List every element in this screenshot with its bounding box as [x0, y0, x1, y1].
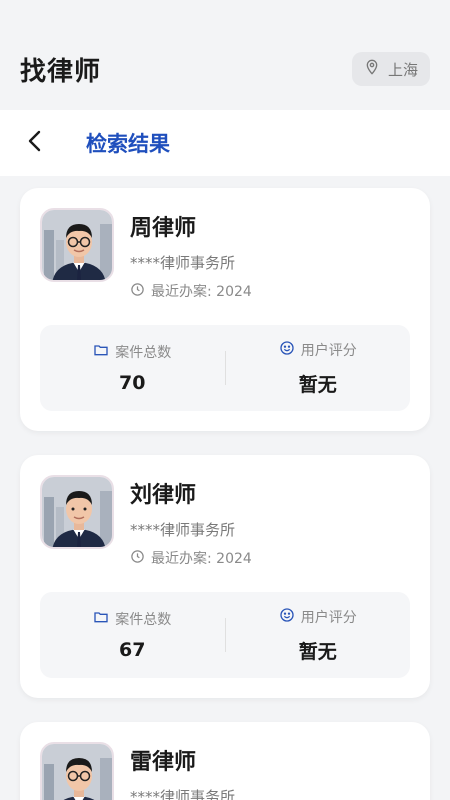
- stat-cases-label: 案件总数: [115, 612, 172, 628]
- stat-rating-value: 暂无: [298, 640, 337, 663]
- chevron-left-icon: [25, 129, 45, 157]
- location-label: 上海: [387, 60, 418, 79]
- stat-rating-value: 暂无: [298, 373, 337, 396]
- lawyer-card[interactable]: 雷律师 ****律师事务所: [20, 722, 430, 800]
- recent-case-text: 最近办案: 2024: [151, 284, 252, 300]
- results-header: 检索结果: [0, 110, 450, 176]
- lawyer-name: 雷律师: [130, 750, 197, 775]
- law-firm: ****律师事务所: [130, 254, 236, 272]
- folder-icon: [93, 342, 109, 362]
- stat-rating: 用户评分 暂无: [226, 607, 411, 664]
- lawyer-avatar: [40, 742, 114, 800]
- top-header: 找律师 上海: [0, 18, 450, 110]
- stats-panel: 案件总数 67 用户评分 暂无: [40, 592, 410, 678]
- law-firm: ****律师事务所: [130, 521, 236, 539]
- stats-panel: 案件总数 70 用户评分 暂无: [40, 325, 410, 411]
- location-pin-icon: [364, 59, 380, 79]
- back-button[interactable]: [20, 128, 50, 158]
- recent-case: 最近办案: 2024: [130, 548, 252, 568]
- stat-rating-label: 用户评分: [300, 609, 357, 626]
- folder-icon: [93, 609, 109, 629]
- clock-icon: [130, 549, 145, 568]
- recent-case-text: 最近办案: 2024: [151, 551, 252, 567]
- lawyer-name: 周律师: [130, 216, 197, 241]
- stat-cases: 案件总数 70: [40, 342, 225, 394]
- lawyer-name: 刘律师: [130, 483, 197, 508]
- stat-cases-value: 70: [119, 372, 146, 394]
- smile-icon: [279, 340, 295, 360]
- lawyer-card[interactable]: 刘律师 ****律师事务所 最近办案: 2024 案件总数 67 用户评分 暂无: [20, 455, 430, 698]
- lawyer-card[interactable]: 周律师 ****律师事务所 最近办案: 2024 案件总数 70 用户评分 暂无: [20, 188, 430, 431]
- stat-rating: 用户评分 暂无: [226, 340, 411, 397]
- lawyer-list: 周律师 ****律师事务所 最近办案: 2024 案件总数 70 用户评分 暂无…: [0, 176, 450, 800]
- stat-rating-label: 用户评分: [300, 342, 357, 359]
- law-firm: ****律师事务所: [130, 788, 236, 800]
- page-title: 找律师: [20, 56, 102, 87]
- recent-case: 最近办案: 2024: [130, 281, 252, 301]
- smile-icon: [279, 607, 295, 627]
- lawyer-avatar: [40, 208, 114, 282]
- results-title: 检索结果: [86, 132, 170, 156]
- status-bar: [0, 0, 450, 18]
- lawyer-avatar: [40, 475, 114, 549]
- stat-cases-label: 案件总数: [115, 345, 172, 361]
- clock-icon: [130, 282, 145, 301]
- stat-cases: 案件总数 67: [40, 609, 225, 661]
- location-selector[interactable]: 上海: [351, 52, 430, 86]
- stat-cases-value: 67: [119, 639, 146, 661]
